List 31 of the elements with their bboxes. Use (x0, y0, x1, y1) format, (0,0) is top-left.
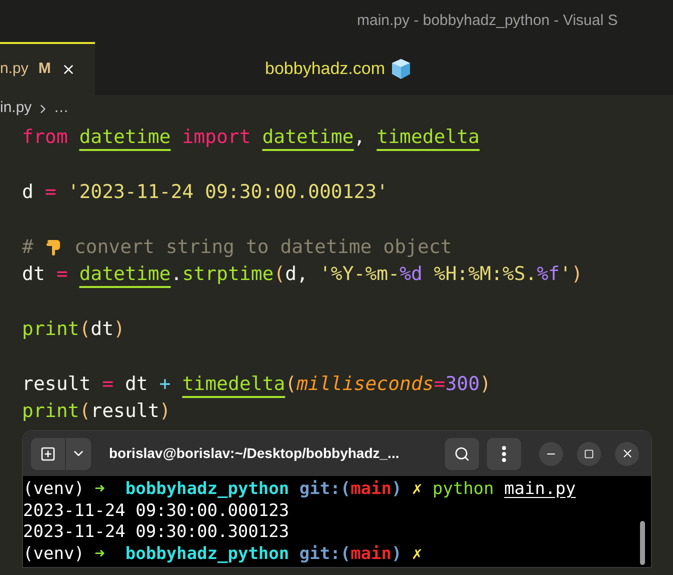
new-tab-icon (40, 446, 56, 462)
code-line: d = '2023-11-24 09:30:00.000123' (22, 180, 388, 205)
new-tab-button[interactable] (31, 438, 65, 470)
code-line: print(result) (22, 398, 171, 424)
editor-tab[interactable]: n.py M (0, 42, 95, 95)
close-icon (620, 447, 634, 460)
terminal-line: 2023-11-24 09:30:00.300123 (23, 522, 290, 544)
breadcrumb-more[interactable]: … (54, 97, 69, 120)
code-line: result = dt + timedelta(milliseconds=300) (22, 372, 492, 397)
maximize-icon (584, 448, 594, 458)
terminal-line: (venv) ➜ bobbyhadz_python git:(main) ✗ (23, 544, 422, 566)
code-line: # convert string to datetime object (22, 234, 452, 260)
terminal-line: (venv) ➜ bobbyhadz_python git:(main) ✗ python main.py (23, 479, 576, 501)
code-line: dt = datetime.strptime(d, '%Y-%m-%d %H:%M:%S.%f') (22, 262, 583, 287)
search-icon (454, 446, 470, 462)
close-button[interactable] (615, 442, 639, 466)
menu-icon (502, 446, 506, 462)
modified-label: M (38, 59, 51, 80)
tab-bar-text: bobbyhadz.com (265, 58, 386, 80)
ice-cube-icon (391, 58, 412, 80)
menu-button[interactable] (487, 438, 521, 470)
window-title: main.py - bobbyhadz_python - Visual S (357, 10, 618, 31)
maximize-button[interactable] (577, 442, 601, 466)
breadcrumb-file[interactable]: in.py (0, 97, 32, 120)
code-line: from datetime import datetime, timedelta (22, 125, 480, 150)
terminal-line: 2023-11-24 09:30:00.000123 (23, 500, 290, 522)
terminal-title: borislav@borislav:~/Desktop/bobbyhadz_... (109, 444, 400, 463)
dropdown-button[interactable] (66, 438, 91, 470)
scrollbar (640, 521, 645, 565)
search-button[interactable] (445, 438, 479, 470)
code-line: print(dt) (22, 316, 125, 342)
